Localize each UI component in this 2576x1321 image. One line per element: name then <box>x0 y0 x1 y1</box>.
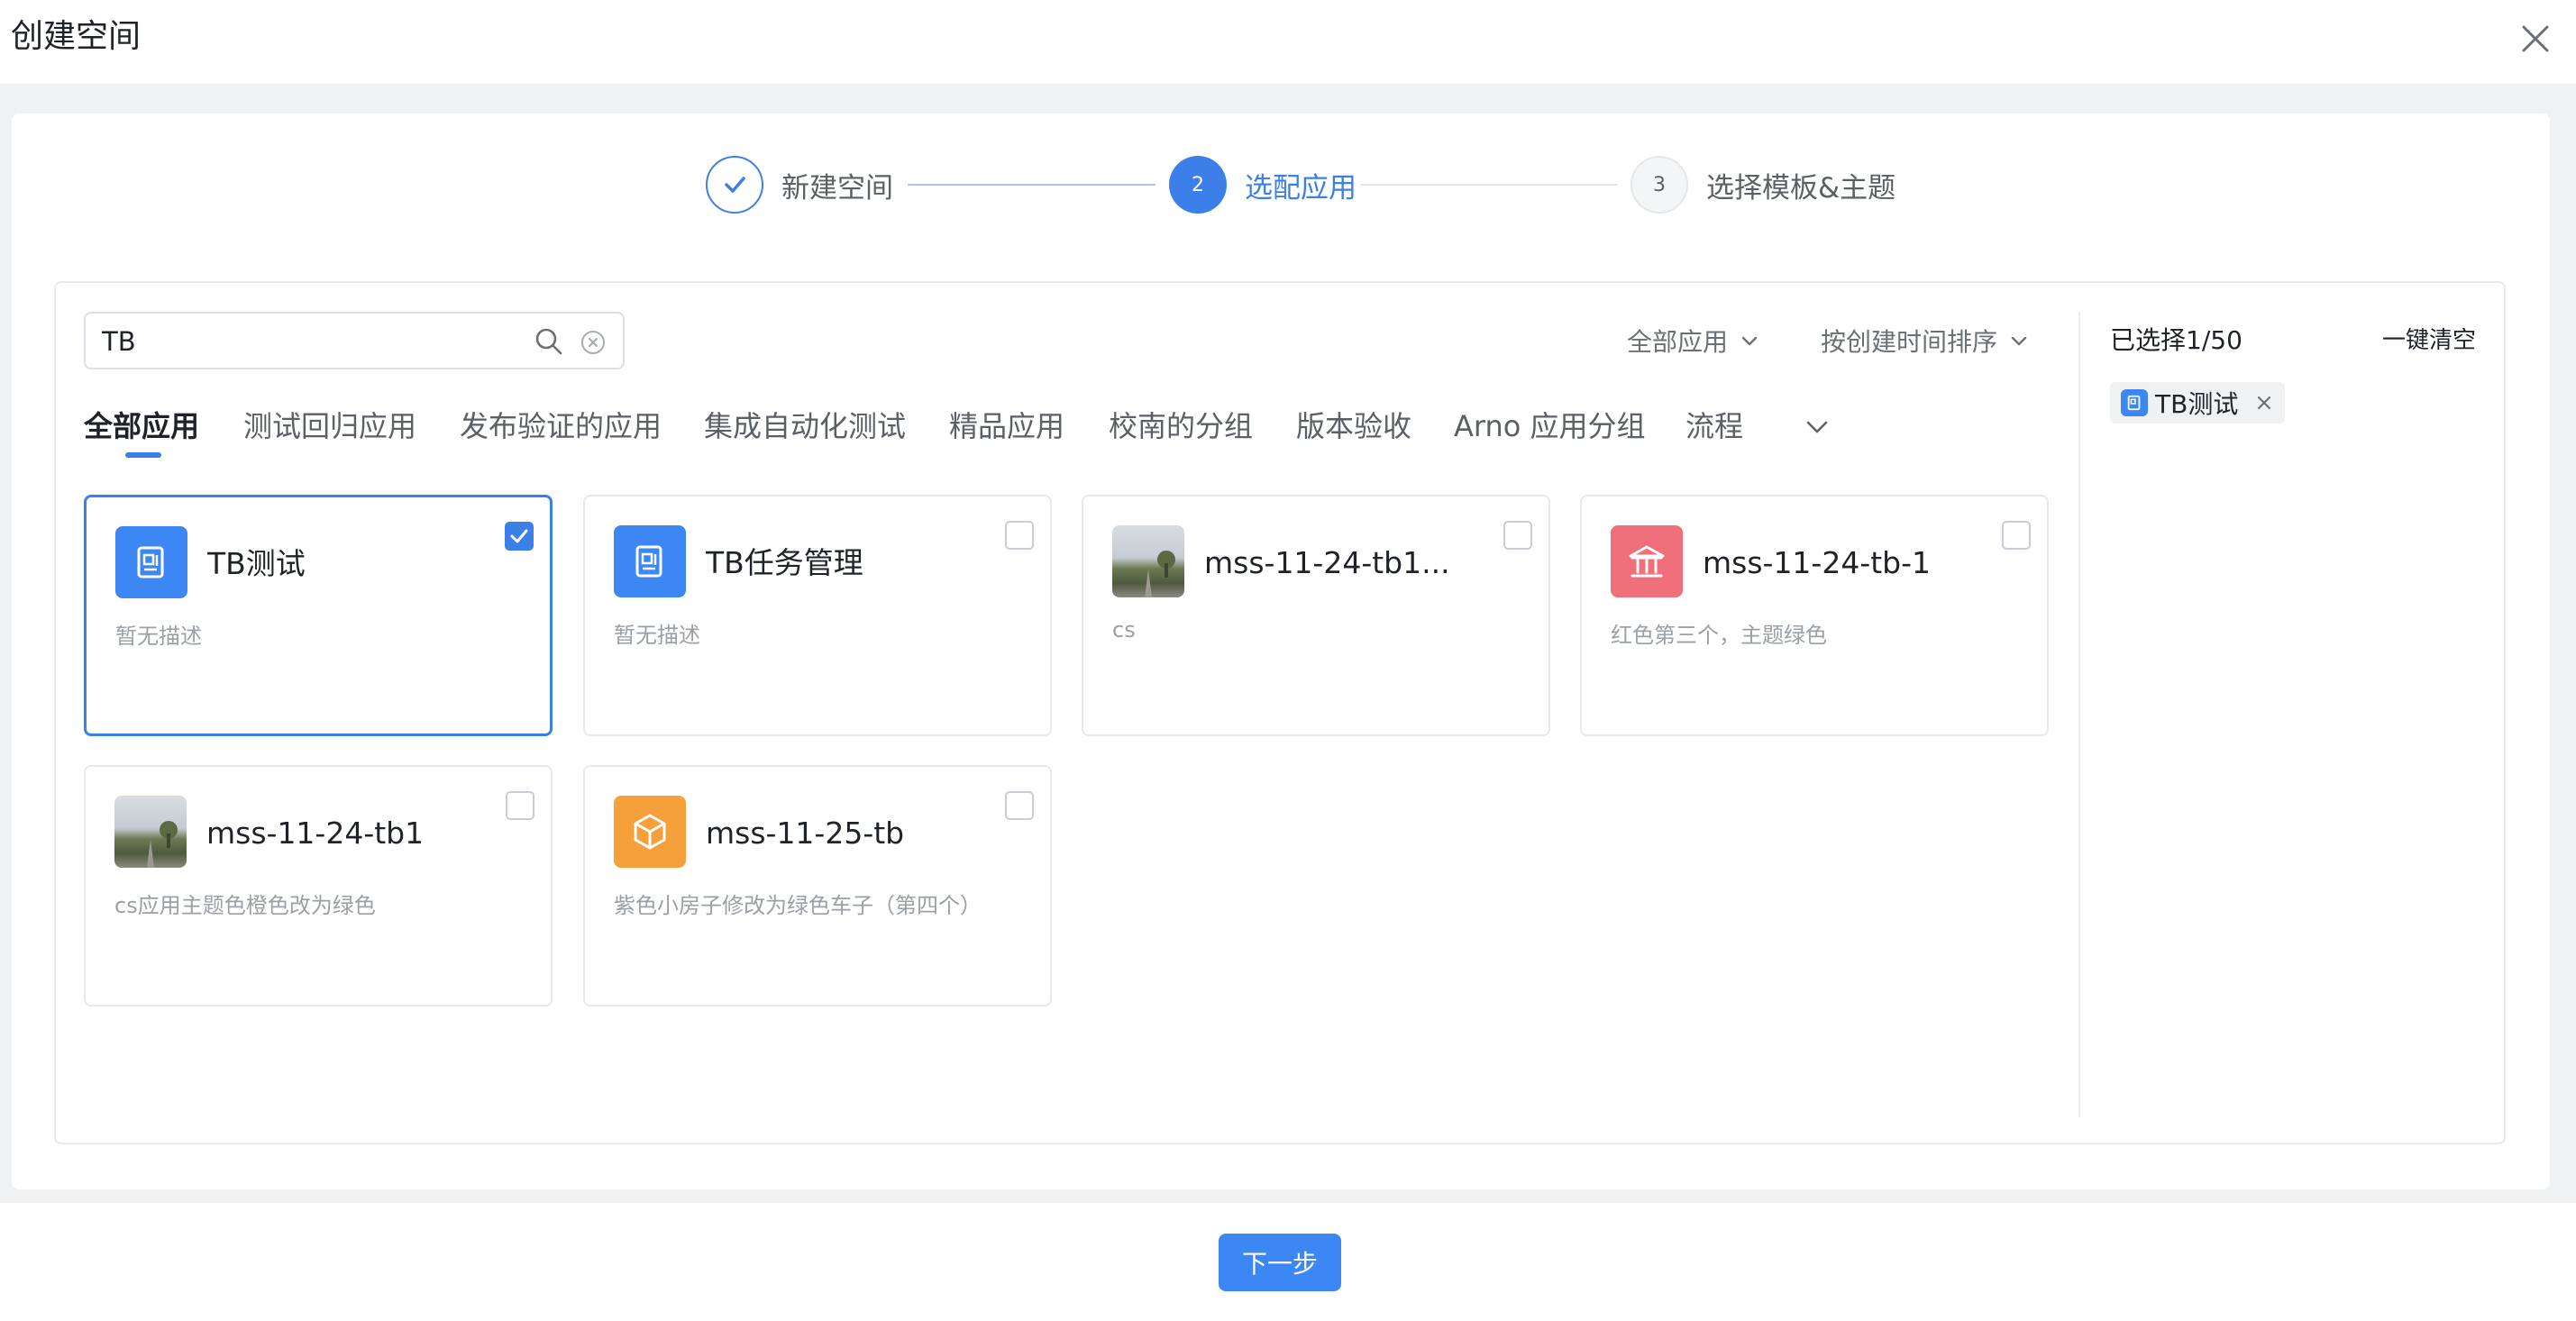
tab-regression-apps[interactable]: 测试回归应用 <box>243 404 416 449</box>
tab-version-acceptance[interactable]: 版本验收 <box>1296 404 1411 449</box>
app-card-title: mss-11-24-tb1... <box>1204 545 1450 580</box>
step-number: 3 <box>1631 156 1688 214</box>
app-card-description: cs应用主题色橙色改为绿色 <box>114 893 376 918</box>
tab-all-apps[interactable]: 全部应用 <box>84 404 199 449</box>
app-card-title: TB测试 <box>207 546 306 581</box>
app-card-description: 红色第三个，主题绿色 <box>1611 623 1827 648</box>
close-icon[interactable] <box>2254 393 2274 413</box>
app-card[interactable]: mss-11-24-tb1... cs <box>1082 495 1550 736</box>
selected-app-chip: TB测试 <box>2110 382 2285 424</box>
step-label: 选配应用 <box>1245 171 1357 205</box>
tab-integration-automation[interactable]: 集成自动化测试 <box>704 404 906 449</box>
step-connector <box>1361 184 1618 186</box>
search-input[interactable] <box>102 324 507 359</box>
bank-icon <box>1611 525 1683 597</box>
check-icon <box>706 156 763 214</box>
sort-dropdown-label: 按创建时间排序 <box>1821 327 1998 357</box>
side-panel-divider <box>2078 312 2080 1117</box>
step-label: 新建空间 <box>781 171 893 205</box>
app-card-checkbox[interactable] <box>2002 521 2031 550</box>
app-card-checkbox[interactable] <box>1005 521 1034 550</box>
scope-dropdown[interactable]: 全部应用 <box>1627 323 1760 359</box>
app-card[interactable]: mss-11-24-tb1 cs应用主题色橙色改为绿色 <box>84 765 553 1007</box>
tab-arno-group[interactable]: Arno 应用分组 <box>1454 404 1646 449</box>
app-card-checkbox[interactable] <box>506 791 534 820</box>
chevron-down-icon[interactable] <box>1801 411 1833 443</box>
close-icon[interactable] <box>2515 18 2556 59</box>
app-card-title: TB任务管理 <box>706 545 863 580</box>
document-icon <box>115 526 187 598</box>
app-card-checkbox[interactable] <box>505 522 534 551</box>
step-select-apps: 2 选配应用 <box>1169 156 1357 214</box>
app-card-description: cs <box>1112 617 1136 642</box>
app-card-title: mss-11-25-tb <box>706 815 905 851</box>
tab-process[interactable]: 流程 <box>1685 404 1742 449</box>
cube-icon <box>614 796 686 868</box>
step-connector <box>908 184 1156 186</box>
scope-dropdown-label: 全部应用 <box>1627 327 1729 357</box>
app-card[interactable]: TB任务管理 暂无描述 <box>583 495 1052 736</box>
app-card-description: 暂无描述 <box>115 624 202 649</box>
document-icon <box>2121 389 2148 416</box>
app-card-title: mss-11-24-tb-1 <box>1703 545 1932 580</box>
clear-input-icon[interactable] <box>580 330 606 355</box>
step-number: 2 <box>1169 156 1227 214</box>
app-card-checkbox[interactable] <box>1005 791 1034 820</box>
app-card-title: mss-11-24-tb1 <box>206 815 425 851</box>
chevron-down-icon <box>2011 336 2027 346</box>
app-card-description: 紫色小房子修改为绿色车子（第四个） <box>614 893 982 918</box>
search-icon[interactable] <box>534 326 564 357</box>
dialog-header: 创建空间 <box>0 0 2576 84</box>
app-card-checkbox[interactable] <box>1503 521 1532 550</box>
step-select-template: 3 选择模板&主题 <box>1631 156 1895 214</box>
sort-dropdown[interactable]: 按创建时间排序 <box>1821 323 2030 359</box>
photo-thumbnail <box>1112 525 1184 597</box>
app-card[interactable]: mss-11-24-tb-1 红色第三个，主题绿色 <box>1580 495 2049 736</box>
chevron-down-icon <box>1741 336 1758 346</box>
document-icon <box>614 525 686 597</box>
dialog-title: 创建空间 <box>11 18 142 55</box>
next-step-button[interactable]: 下一步 <box>1219 1234 1341 1291</box>
photo-thumbnail <box>114 796 187 868</box>
step-new-space: 新建空间 <box>706 156 893 214</box>
search-field[interactable] <box>84 312 625 369</box>
app-card[interactable]: mss-11-25-tb 紫色小房子修改为绿色车子（第四个） <box>583 765 1052 1007</box>
clear-all-button[interactable]: 一键清空 <box>2382 322 2476 355</box>
tab-featured-apps[interactable]: 精品应用 <box>949 404 1064 449</box>
active-tab-indicator <box>125 452 161 458</box>
app-card-description: 暂无描述 <box>614 623 700 648</box>
selected-count: 已选择1/50 <box>2110 325 2243 355</box>
chip-label: TB测试 <box>2155 389 2239 419</box>
tab-release-verified-apps[interactable]: 发布验证的应用 <box>460 404 662 449</box>
tab-xiaonan-group[interactable]: 校南的分组 <box>1109 404 1253 449</box>
step-label: 选择模板&主题 <box>1706 171 1896 205</box>
group-tabs: 全部应用 测试回归应用 发布验证的应用 集成自动化测试 精品应用 校南的分组 版… <box>84 404 1932 458</box>
app-card[interactable]: TB测试 暂无描述 <box>84 495 553 736</box>
